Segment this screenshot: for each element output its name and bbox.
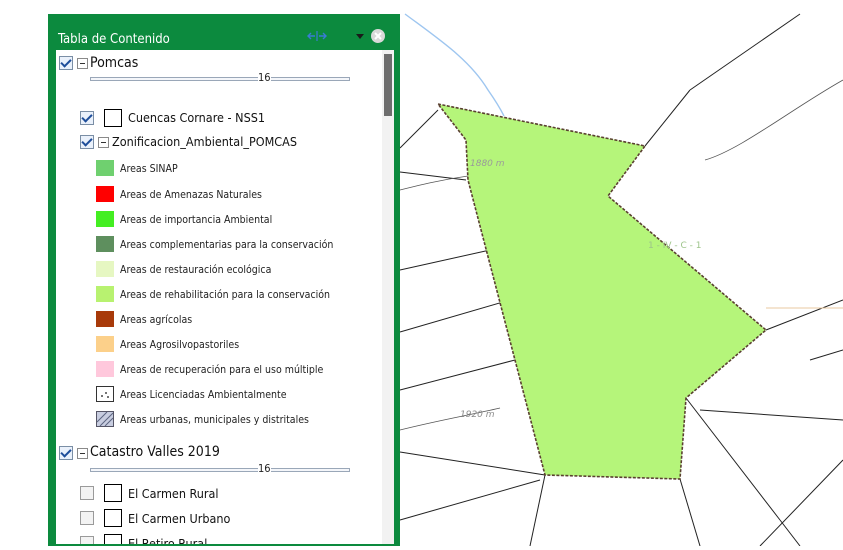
catastro-opacity-value[interactable]: 16 <box>258 463 271 475</box>
legend-urbanas-municipales: Areas urbanas, municipales y distritales <box>120 414 309 426</box>
el-carmen-rural-checkbox[interactable] <box>80 486 94 500</box>
legend-restauracion-ecologica: Areas de restauración ecológica <box>120 264 272 276</box>
cuencas-cornare-swatch <box>104 109 122 127</box>
expand-collapse-icon[interactable] <box>306 28 327 44</box>
legend-swatch-licenciadas-ambientalmente <box>96 386 114 402</box>
legend-areas-agricolas: Areas agrícolas <box>120 314 193 326</box>
legend-swatch-rehabilitacion-conservacion <box>96 286 114 302</box>
el-carmen-rural-swatch <box>104 484 122 502</box>
legend-swatch-areas-sinap <box>96 160 114 176</box>
legend-swatch-areas-agricolas <box>96 311 114 327</box>
panel-title: Tabla de Contenido <box>58 32 170 47</box>
legend-areas-sinap: Areas SINAP <box>120 163 178 175</box>
legend-swatch-complementarias-conservacion <box>96 236 114 252</box>
layer-el-carmen-urbano: El Carmen Urbano <box>128 511 231 526</box>
options-dropdown-icon[interactable] <box>354 28 370 44</box>
legend-swatch-amenazas-naturales <box>96 186 114 202</box>
parcel-label: 1 - IV - C - 1 <box>648 241 701 251</box>
layer-zonificacion-ambiental: Zonificacion_Ambiental_POMCAS <box>112 134 297 149</box>
layer-el-carmen-rural: El Carmen Rural <box>128 486 219 501</box>
layer-cuencas-cornare: Cuencas Cornare - NSS1 <box>128 110 266 125</box>
pomcas-opacity-slider[interactable] <box>90 77 350 81</box>
el-carmen-urbano-checkbox[interactable] <box>80 511 94 525</box>
legend-swatch-agrosilvopastoriles <box>96 336 114 352</box>
el-carmen-urbano-swatch <box>104 509 122 527</box>
legend-agrosilvopastoriles: Areas Agrosilvopastoriles <box>120 339 240 351</box>
pomcas-checkbox[interactable] <box>59 56 73 70</box>
pomcas-opacity-value[interactable]: 16 <box>258 72 271 84</box>
legend-swatch-recuperacion-uso-multiple <box>96 361 114 377</box>
cuencas-cornare-checkbox[interactable] <box>80 111 94 125</box>
contour-label-1880: 1880 m <box>470 159 505 169</box>
close-icon[interactable] <box>370 28 386 44</box>
legend-complementarias-conservacion: Areas complementarias para la conservaci… <box>120 239 334 251</box>
table-of-contents-panel: Tabla de Contenido Pomcas 16 Cuencas Cor <box>48 14 400 546</box>
contour-label-1920: 1920 m <box>460 410 495 420</box>
zonificacion-checkbox[interactable] <box>80 135 94 149</box>
catastro-opacity-slider[interactable] <box>90 468 350 472</box>
legend-amenazas-naturales: Areas de Amenazas Naturales <box>120 189 262 201</box>
legend-licenciadas-ambientalmente: Areas Licenciadas Ambientalmente <box>120 389 287 401</box>
layer-list[interactable]: Pomcas 16 Cuencas Cornare - NSS1 Zonific… <box>56 50 394 544</box>
layer-el-retiro-rural: El Retiro Rural <box>128 536 208 544</box>
legend-recuperacion-uso-multiple: Areas de recuperación para el uso múltip… <box>120 364 324 376</box>
legend-importancia-ambiental: Areas de importancia Ambiental <box>120 214 273 226</box>
pomcas-group-label: Pomcas <box>90 55 139 71</box>
layer-list-scrollbar[interactable] <box>382 50 394 544</box>
scrollbar-thumb[interactable] <box>384 54 392 116</box>
zonificacion-collapse-icon[interactable] <box>98 137 109 148</box>
legend-swatch-importancia-ambiental <box>96 211 114 227</box>
legend-swatch-restauracion-ecologica <box>96 261 114 277</box>
panel-header: Tabla de Contenido <box>48 14 400 48</box>
el-retiro-rural-swatch <box>104 534 122 544</box>
catastro-collapse-icon[interactable] <box>77 448 88 459</box>
legend-swatch-urbanas-municipales <box>96 411 114 427</box>
pomcas-collapse-icon[interactable] <box>77 58 88 69</box>
catastro-group-label: Catastro Valles 2019 <box>90 444 220 460</box>
el-retiro-rural-checkbox[interactable] <box>80 536 94 544</box>
legend-rehabilitacion-conservacion: Areas de rehabilitación para la conserva… <box>120 289 331 301</box>
catastro-checkbox[interactable] <box>59 446 73 460</box>
